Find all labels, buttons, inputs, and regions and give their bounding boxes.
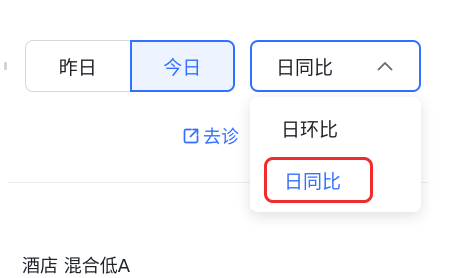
yesterday-tab[interactable]: 昨日 bbox=[25, 40, 130, 92]
option-same-day-compare[interactable]: 日同比 bbox=[264, 157, 373, 203]
option-day-over-day[interactable]: 日环比 bbox=[250, 105, 421, 151]
left-edge-marker bbox=[4, 62, 7, 70]
hotel-label: 酒店 混合低A bbox=[22, 256, 131, 277]
diagnose-link-label: 去诊 bbox=[203, 127, 239, 148]
period-toggle: 昨日 今日 bbox=[25, 40, 235, 92]
chevron-up-icon bbox=[377, 62, 393, 71]
compare-dropdown-menu: 日环比 日同比 bbox=[250, 97, 421, 212]
compare-select-value: 日同比 bbox=[276, 56, 334, 79]
external-link-icon bbox=[183, 128, 199, 144]
diagnose-link[interactable]: 去诊 bbox=[182, 123, 239, 149]
compare-select[interactable]: 日同比 bbox=[250, 40, 421, 92]
today-tab[interactable]: 今日 bbox=[129, 40, 235, 92]
